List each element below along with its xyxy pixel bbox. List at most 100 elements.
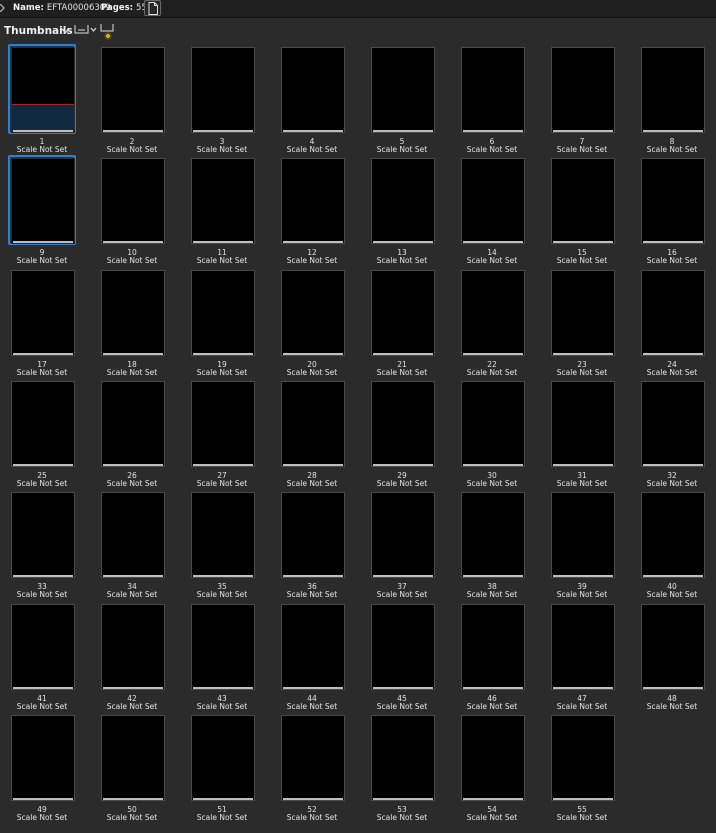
thumbnail-frame[interactable] [98,489,166,579]
thumbnail-frame[interactable] [278,44,346,134]
thumbnail-frame[interactable] [638,44,706,134]
thumbnail-frame[interactable] [458,267,526,357]
thumbnail-frame[interactable] [458,44,526,134]
thumbnail-frame[interactable] [458,712,526,802]
thumbnail-frame[interactable] [98,155,166,245]
thumbnail-frame[interactable] [548,378,616,468]
page-thumbnail[interactable]: 18 Scale Not Set [98,267,166,378]
thumbnail-frame[interactable] [8,489,76,579]
thumbnail-frame[interactable] [188,378,256,468]
thumbnail-frame[interactable] [98,601,166,691]
page-thumbnail[interactable]: 8 Scale Not Set [638,44,706,155]
thumbnail-frame[interactable] [548,712,616,802]
page-thumbnail[interactable]: 29 Scale Not Set [368,378,436,489]
thumbnail-frame[interactable] [188,601,256,691]
page-thumbnail[interactable]: 46 Scale Not Set [458,601,526,712]
page-thumbnail[interactable]: 33 Scale Not Set [8,489,76,600]
page-thumbnail[interactable]: 16 Scale Not Set [638,155,706,266]
thumbnail-frame[interactable] [188,267,256,357]
thumbnail-frame[interactable] [548,489,616,579]
page-thumbnail[interactable]: 14 Scale Not Set [458,155,526,266]
thumbnail-frame[interactable] [98,44,166,134]
thumbnail-frame[interactable] [458,601,526,691]
thumbnail-frame[interactable] [458,378,526,468]
page-thumbnail[interactable]: 13 Scale Not Set [368,155,436,266]
page-thumbnail[interactable]: 52 Scale Not Set [278,712,346,823]
thumbnail-frame[interactable] [188,489,256,579]
page-thumbnail[interactable]: 26 Scale Not Set [98,378,166,489]
thumbnail-frame[interactable] [368,267,436,357]
thumbnail-frame[interactable] [8,378,76,468]
thumbnail-frame[interactable] [278,712,346,802]
thumbnail-frame[interactable] [368,155,436,245]
thumbnail-frame[interactable] [548,601,616,691]
thumbnail-frame[interactable] [188,712,256,802]
page-thumbnail[interactable]: 28 Scale Not Set [278,378,346,489]
page-thumbnail[interactable]: 38 Scale Not Set [458,489,526,600]
page-thumbnail[interactable]: 6 Scale Not Set [458,44,526,155]
page-thumbnail[interactable]: 34 Scale Not Set [98,489,166,600]
page-thumbnail[interactable]: 51 Scale Not Set [188,712,256,823]
thumbnail-frame[interactable] [8,712,76,802]
page-thumbnail[interactable]: 20 Scale Not Set [278,267,346,378]
page-thumbnail[interactable]: 43 Scale Not Set [188,601,256,712]
thumbnail-frame[interactable] [278,489,346,579]
thumbnail-frame[interactable] [638,378,706,468]
thumbnail-size-icon[interactable] [74,23,98,37]
page-thumbnail[interactable]: 2 Scale Not Set [98,44,166,155]
thumbnail-frame[interactable] [278,601,346,691]
page-thumbnail[interactable]: 42 Scale Not Set [98,601,166,712]
chevron-right-icon[interactable] [0,4,6,12]
page-thumbnail[interactable]: 25 Scale Not Set [8,378,76,489]
thumbnail-frame[interactable] [368,44,436,134]
thumbnail-frame[interactable] [458,155,526,245]
thumbnail-frame[interactable] [8,155,76,245]
page-thumbnail[interactable]: 17 Scale Not Set [8,267,76,378]
page-thumbnail[interactable]: 44 Scale Not Set [278,601,346,712]
thumbnail-frame[interactable] [638,267,706,357]
page-thumbnail[interactable]: 36 Scale Not Set [278,489,346,600]
brightness-icon[interactable] [100,23,116,40]
thumbnail-frame[interactable] [278,155,346,245]
thumbnail-frame[interactable] [8,44,76,134]
thumbnail-frame[interactable] [98,712,166,802]
page-thumbnail[interactable]: 7 Scale Not Set [548,44,616,155]
page-thumbnail[interactable]: 10 Scale Not Set [98,155,166,266]
page-thumbnail[interactable]: 30 Scale Not Set [458,378,526,489]
thumbnail-frame[interactable] [368,378,436,468]
page-thumbnail[interactable]: 39 Scale Not Set [548,489,616,600]
page-thumbnail[interactable]: 11 Scale Not Set [188,155,256,266]
thumbnail-frame[interactable] [638,489,706,579]
thumbnail-frame[interactable] [188,155,256,245]
page-thumbnail[interactable]: 19 Scale Not Set [188,267,256,378]
page-thumbnail[interactable]: 12 Scale Not Set [278,155,346,266]
page-thumbnail[interactable]: 35 Scale Not Set [188,489,256,600]
page-thumbnail[interactable]: 15 Scale Not Set [548,155,616,266]
page-thumbnail[interactable]: 40 Scale Not Set [638,489,706,600]
page-thumbnail[interactable]: 31 Scale Not Set [548,378,616,489]
thumbnail-frame[interactable] [548,155,616,245]
thumbnail-frame[interactable] [8,267,76,357]
thumbnail-frame[interactable] [98,267,166,357]
page-thumbnail[interactable]: 9 Scale Not Set [8,155,76,266]
page-thumbnail[interactable]: 3 Scale Not Set [188,44,256,155]
thumbnail-frame[interactable] [8,601,76,691]
thumbnail-frame[interactable] [638,155,706,245]
thumbnail-frame[interactable] [368,712,436,802]
page-thumbnail[interactable]: 48 Scale Not Set [638,601,706,712]
page-thumbnail[interactable]: 32 Scale Not Set [638,378,706,489]
thumbnail-frame[interactable] [458,489,526,579]
page-thumbnail[interactable]: 4 Scale Not Set [278,44,346,155]
thumbnail-frame[interactable] [278,267,346,357]
page-thumbnail[interactable]: 53 Scale Not Set [368,712,436,823]
thumbnail-frame[interactable] [278,378,346,468]
page-thumbnail[interactable]: 37 Scale Not Set [368,489,436,600]
page-thumbnail[interactable]: 41 Scale Not Set [8,601,76,712]
page-thumbnail[interactable]: 54 Scale Not Set [458,712,526,823]
thumbnail-frame[interactable] [548,267,616,357]
thumbnail-frame[interactable] [638,601,706,691]
page-thumbnail[interactable]: 22 Scale Not Set [458,267,526,378]
thumbnail-frame[interactable] [188,44,256,134]
page-thumbnail[interactable]: 47 Scale Not Set [548,601,616,712]
thumbnail-frame[interactable] [368,489,436,579]
